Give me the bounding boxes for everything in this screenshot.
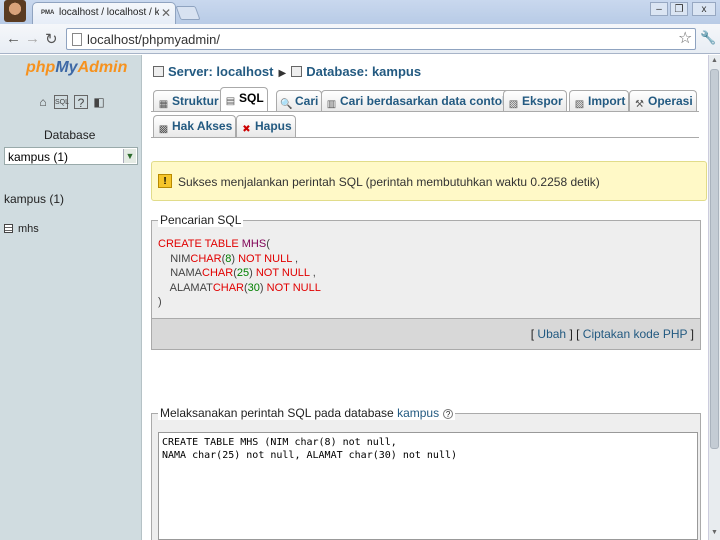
documentation-icon[interactable]: ? [74,95,88,110]
close-icon[interactable]: ✕ [161,6,171,20]
run-sql-database-link[interactable]: kampus [397,406,439,420]
browser-titlebar: PMA localhost / localhost / kampus ✕ – ❐… [0,0,720,24]
tab-cari[interactable]: 🔍 Cari [276,90,323,112]
sql-query-links: [ Ubah ] [ Ciptakan kode PHP ] [530,327,694,341]
home-icon[interactable]: ⌂ [36,95,50,109]
notice-text: Sukses menjalankan perintah SQL (perinta… [178,175,600,189]
table-item-mhs[interactable]: mhs [4,223,39,235]
tab-sql[interactable]: ▤ SQL [220,87,268,112]
page-scrollbar[interactable]: ▲ ▼ [708,55,720,540]
tab-operasi[interactable]: ⚒ Operasi [629,90,697,112]
navigation-pane: phpMyAdmin ⌂ SQL ? ◧ Database kampus (1)… [0,55,142,540]
scroll-down-icon[interactable]: ▼ [711,529,718,536]
browser-tab-title: localhost / localhost / kampus [59,7,159,18]
tab-cari-berdasarkan-data-contoh[interactable]: ▥ Cari berdasarkan data contoh [321,90,514,112]
database-icon [291,66,303,77]
success-notice: ! Sukses menjalankan perintah SQL (perin… [151,161,707,201]
search-icon: 🔍 [280,99,293,110]
import-icon: ▨ [574,99,585,110]
page-icon [72,33,82,46]
browser-toolbar: ← → ↻ localhost/phpmyadmin/ [0,24,720,54]
forward-arrow-icon[interactable]: → [25,30,40,47]
export-icon: ▧ [508,99,519,110]
database-label: Database [44,128,96,142]
tab-import[interactable]: ▨ Import [569,90,630,112]
sql-query-window-icon[interactable]: SQL [54,95,69,109]
reload-icon[interactable]: ↻ [45,30,58,48]
drop-icon: ✖ [242,124,251,135]
chevron-right-icon: ▶ [278,68,287,79]
tab-row-divider-2 [151,137,699,138]
bookmark-star-icon[interactable]: ☆ [678,28,692,48]
help-icon[interactable]: ? [443,409,454,419]
new-tab-button[interactable] [175,6,201,20]
minimize-button[interactable]: – [650,2,668,16]
breadcrumb-database[interactable]: Database: kampus [306,64,421,79]
create-php-code-link[interactable]: Ciptakan kode PHP [583,327,688,341]
breadcrumb: Server: localhost ▶ Database: kampus [153,64,421,79]
restore-button[interactable]: ❐ [670,2,688,16]
close-window-button[interactable]: x [692,2,716,16]
browser-tab[interactable]: PMA localhost / localhost / kampus ✕ [32,2,176,24]
privileges-icon: ▩ [158,124,169,135]
help-icon[interactable]: ◧ [92,95,106,109]
phpmyadmin-logo[interactable]: phpMyAdmin [26,59,127,77]
profile-avatar[interactable] [4,0,26,22]
tab-hapus[interactable]: ✖ Hapus [236,115,296,137]
chevron-down-icon[interactable]: ▼ [123,149,136,163]
table-icon [4,224,13,233]
current-database-link[interactable]: kampus (1) [4,192,64,206]
run-sql-fieldset: Melaksanakan perintah SQL pada database … [151,406,701,540]
breadcrumb-server[interactable]: Server: localhost [168,64,274,79]
main-content: Server: localhost ▶ Database: kampus ▦ Stru… [143,55,707,540]
tab-struktur[interactable]: ▦ Struktur [153,90,223,112]
tab-hak-akses[interactable]: ▩ Hak Akses [153,115,237,137]
wrench-icon[interactable]: 🔧 [700,30,716,46]
sql-query-legend: Pencarian SQL [158,213,244,227]
url-text: localhost/phpmyadmin/ [87,32,220,47]
edit-query-link[interactable]: Ubah [537,327,566,341]
scroll-up-icon[interactable]: ▲ [711,57,718,64]
database-select-value: kampus (1) [8,150,69,164]
structure-icon: ▦ [158,99,169,110]
tab-ekspor[interactable]: ▧ Ekspor [503,90,567,112]
database-select[interactable]: kampus (1) ▼ [4,147,138,165]
address-bar[interactable]: localhost/phpmyadmin/ [66,28,696,50]
query-icon: ▥ [326,99,337,110]
notice-icon: ! [158,174,172,188]
operations-icon: ⚒ [635,99,644,110]
table-item-label: mhs [18,223,39,235]
back-arrow-icon[interactable]: ← [6,30,21,47]
sql-query-textarea[interactable]: CREATE TABLE MHS (NIM char(8) not null, … [158,432,698,540]
run-sql-legend: Melaksanakan perintah SQL pada database … [158,406,456,420]
scrollbar-thumb[interactable] [710,69,719,449]
sql-query-footer: [ Ubah ] [ Ciptakan kode PHP ] [151,318,701,350]
tab-row-divider [151,111,699,112]
server-icon [153,66,164,77]
sql-query-display: CREATE TABLE MHS( NIMCHAR(8) NOT NULL , … [158,238,321,308]
pma-favicon-icon: PMA [41,10,55,16]
sql-icon: ▤ [225,96,236,107]
